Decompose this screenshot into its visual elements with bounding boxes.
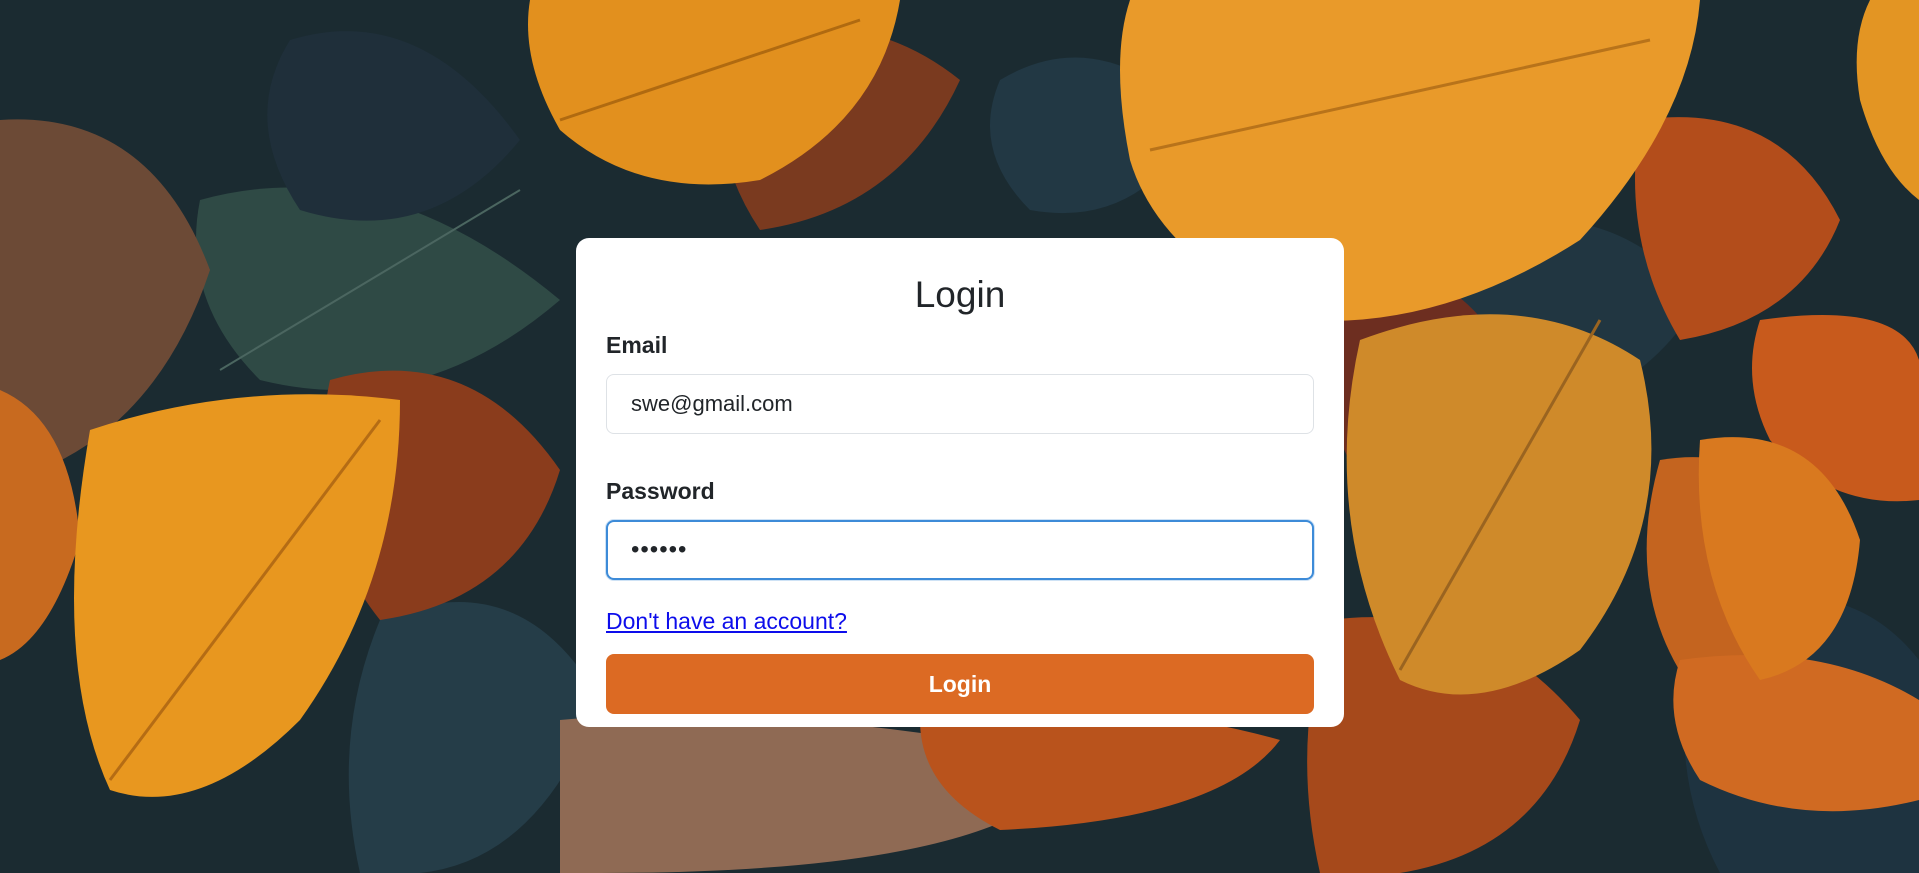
login-card: Login Email Password Don't have an accou…	[576, 238, 1344, 727]
password-field[interactable]	[606, 520, 1314, 580]
email-label: Email	[606, 332, 668, 358]
password-label: Password	[606, 478, 715, 504]
login-button[interactable]: Login	[606, 654, 1314, 714]
page-title: Login	[914, 274, 1006, 315]
email-field[interactable]	[606, 374, 1314, 434]
signup-link[interactable]: Don't have an account?	[606, 610, 847, 633]
